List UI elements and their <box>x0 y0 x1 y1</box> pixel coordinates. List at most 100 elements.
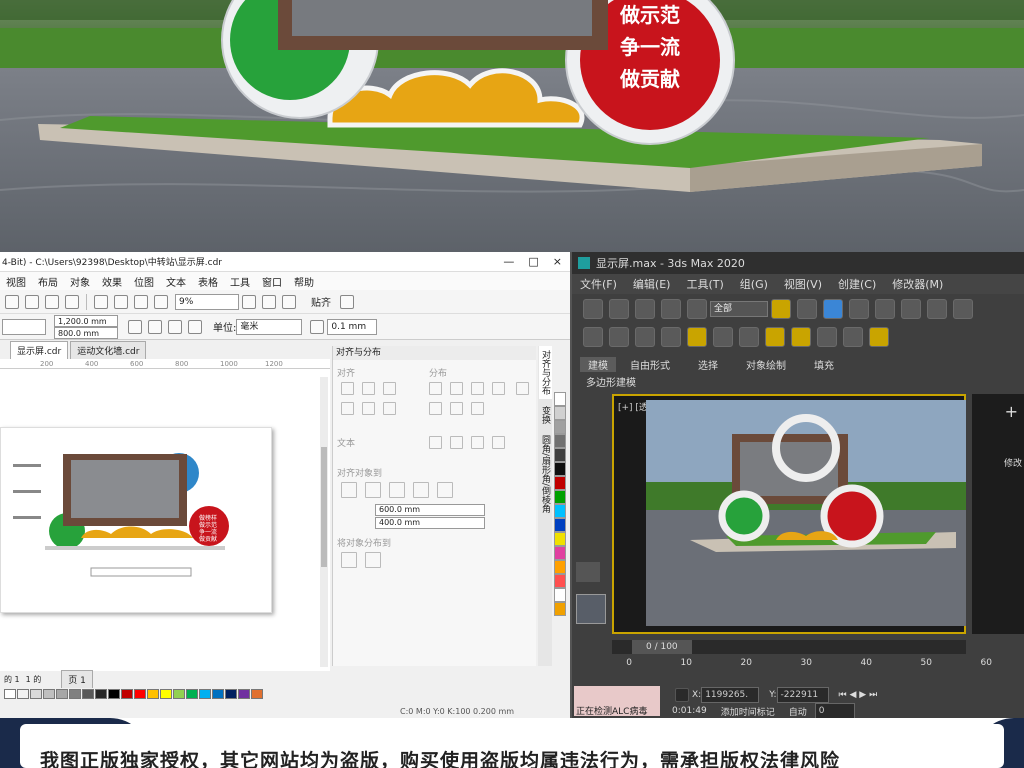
palette-swatch[interactable] <box>173 689 185 699</box>
lock-selection-icon[interactable] <box>675 688 689 702</box>
zoom-select[interactable]: 9% <box>175 293 239 310</box>
export-icon[interactable] <box>134 294 148 309</box>
portrait-icon[interactable] <box>128 319 142 334</box>
align-to-page-edge-icon[interactable] <box>365 482 381 498</box>
palette-swatch[interactable] <box>554 476 566 490</box>
max-menu-group[interactable]: 组(G) <box>732 276 776 292</box>
palette-swatch[interactable] <box>554 518 566 532</box>
page-size-select[interactable] <box>2 318 46 335</box>
palette-swatch[interactable] <box>554 504 566 518</box>
text-first-line-icon[interactable] <box>429 436 442 449</box>
palette-swatch[interactable] <box>554 434 566 448</box>
distribute-to-page-icon[interactable] <box>365 552 381 568</box>
palette-swatch[interactable] <box>160 689 172 699</box>
palette-swatch[interactable] <box>17 689 29 699</box>
menu-effects[interactable]: 效果 <box>96 274 128 289</box>
align-top-icon[interactable] <box>341 402 354 415</box>
page-tab[interactable]: 页 1 <box>61 670 93 688</box>
align-to-point-icon[interactable] <box>437 482 453 498</box>
link-icon[interactable] <box>635 299 655 319</box>
gear-icon[interactable] <box>340 294 354 309</box>
align-center-h-icon[interactable] <box>362 382 375 395</box>
ribbon-polygon-modeling[interactable]: 多边形建模 <box>586 374 636 389</box>
time-slider[interactable]: 0 / 100 <box>612 640 966 654</box>
menu-layout[interactable]: 布局 <box>32 274 64 289</box>
palette-swatch[interactable] <box>199 689 211 699</box>
side-tab-fillet[interactable]: 圆角/扇形角/倒棱角 <box>539 431 552 517</box>
palette-swatch[interactable] <box>186 689 198 699</box>
menu-view[interactable]: 视图 <box>0 274 32 289</box>
align-x-input[interactable]: 600.0 mm <box>375 504 485 516</box>
redo-icon[interactable] <box>609 299 629 319</box>
page-height-input[interactable]: 800.0 mm <box>54 326 118 339</box>
all-pages-icon[interactable] <box>168 319 182 334</box>
align-left-icon[interactable] <box>341 382 354 395</box>
palette-swatch[interactable] <box>147 689 159 699</box>
align-to-grid-icon[interactable] <box>413 482 429 498</box>
tab-culture-wall[interactable]: 运动文化墙.cdr <box>70 341 147 359</box>
distribute-center-icon[interactable] <box>450 382 463 395</box>
maximize-button[interactable]: □ <box>528 255 538 268</box>
align-center-v-icon[interactable] <box>362 402 375 415</box>
palette-swatch[interactable] <box>554 602 566 616</box>
align-right-icon[interactable] <box>383 382 396 395</box>
search-icon[interactable] <box>94 294 108 309</box>
select-by-name-icon[interactable] <box>797 299 817 319</box>
max-menu-edit[interactable]: 编辑(E) <box>625 276 679 292</box>
page-width-input[interactable]: 1,200.0 mm <box>54 314 118 327</box>
coord-y-input[interactable]: -222911 <box>776 687 829 703</box>
text-bbox-icon[interactable] <box>471 436 484 449</box>
import-icon[interactable] <box>114 294 128 309</box>
scale-icon[interactable] <box>927 299 947 319</box>
undo-icon[interactable] <box>45 294 59 309</box>
distribute-top-icon[interactable] <box>516 382 530 395</box>
move-icon[interactable] <box>875 299 895 319</box>
distribute-middle-icon[interactable] <box>429 402 442 415</box>
palette-swatch[interactable] <box>82 689 94 699</box>
paste-icon[interactable] <box>25 294 39 309</box>
text-outline-icon[interactable] <box>492 436 505 449</box>
menu-object[interactable]: 对象 <box>64 274 96 289</box>
ribbon-tab-modeling[interactable]: 建模 <box>580 356 616 372</box>
create-plus-icon[interactable]: + <box>1005 402 1018 421</box>
distribute-bottom-icon[interactable] <box>471 402 484 415</box>
selection-filter[interactable]: 全部 <box>710 301 768 317</box>
nudge-input[interactable]: 0.1 mm <box>327 318 378 335</box>
distribute-left-icon[interactable] <box>429 382 442 395</box>
palette-swatch[interactable] <box>554 406 566 420</box>
palette-swatch[interactable] <box>4 689 16 699</box>
side-tab-transform[interactable]: 变换 <box>539 402 552 428</box>
ribbon-tab-selection[interactable]: 选择 <box>684 357 732 372</box>
palette-swatch[interactable] <box>554 588 566 602</box>
palette-swatch[interactable] <box>30 689 42 699</box>
viewport-play-button[interactable] <box>576 562 600 582</box>
frame-input[interactable]: 0 <box>814 703 855 718</box>
side-tab-align[interactable]: 对齐与分布 <box>539 346 552 399</box>
palette-swatch[interactable] <box>554 490 566 504</box>
tab-display-screen[interactable]: 显示屏.cdr <box>10 341 69 359</box>
palette-swatch[interactable] <box>121 689 133 699</box>
vertical-scrollbar[interactable] <box>320 377 328 667</box>
window-crossing-icon[interactable] <box>849 299 869 319</box>
menu-bitmap[interactable]: 位图 <box>128 274 160 289</box>
palette-swatch[interactable] <box>251 689 263 699</box>
palette-swatch[interactable] <box>134 689 146 699</box>
palette-swatch[interactable] <box>69 689 81 699</box>
landscape-icon[interactable] <box>148 319 162 334</box>
max-menu-tools[interactable]: 工具(T) <box>678 276 731 292</box>
render-icon[interactable] <box>713 327 733 347</box>
undo-icon[interactable] <box>583 299 603 319</box>
snap-to-button[interactable]: 贴齐 <box>305 294 337 309</box>
distribute-spacing-icon[interactable] <box>471 382 484 395</box>
render-frame-icon[interactable] <box>661 327 681 347</box>
align-to-active-icon[interactable] <box>341 482 357 498</box>
max-menu-file[interactable]: 文件(F) <box>572 276 625 292</box>
render-setup-icon[interactable] <box>635 327 655 347</box>
perspective-viewport[interactable]: [+] [透视] [标准] [默认明暗处理] <box>612 394 966 634</box>
add-time-tag-button[interactable]: 添加时间标记 <box>721 705 775 718</box>
ribbon-tab-object-paint[interactable]: 对象绘制 <box>732 357 800 372</box>
menu-window[interactable]: 窗口 <box>256 274 288 289</box>
cylinder-icon[interactable] <box>817 327 837 347</box>
pdf-icon[interactable] <box>154 294 168 309</box>
palette-swatch[interactable] <box>212 689 224 699</box>
